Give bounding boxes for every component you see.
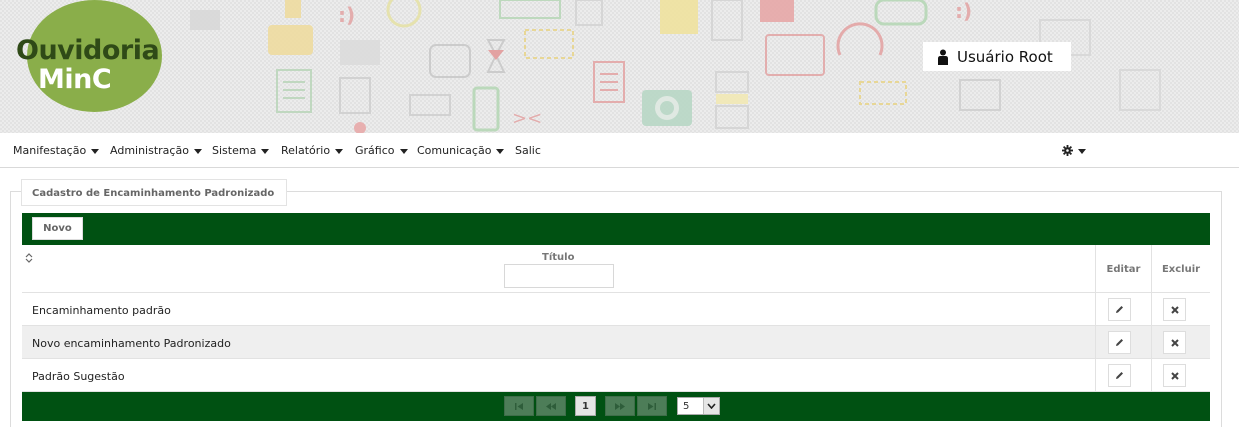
previous-page-icon: [546, 402, 556, 410]
menu-label: Salic: [515, 144, 541, 157]
table-row[interactable]: Novo encaminhamento Padronizado: [22, 326, 1210, 359]
ouvidoria-logo[interactable]: Ouvidoria MinC: [0, 0, 200, 133]
user-name: Usuário Root: [957, 47, 1053, 66]
delete-button[interactable]: [1163, 364, 1186, 387]
last-page-icon: [648, 402, 656, 410]
menu-label: Relatório: [281, 144, 331, 157]
edit-button[interactable]: [1108, 364, 1131, 387]
column-header-edit: Editar: [1095, 245, 1151, 293]
caret-down-icon: [335, 148, 344, 154]
menu-label: Sistema: [212, 144, 257, 157]
user-menu[interactable]: Usuário Root: [923, 42, 1071, 71]
menu-sistema[interactable]: Sistema: [212, 144, 270, 157]
header-banner: :) :) >< Ouvidoria MinC Usuário Root: [0, 0, 1239, 133]
logo-text-minc: MinC: [38, 64, 112, 95]
delete-cell: [1151, 359, 1210, 392]
close-icon: [1170, 338, 1179, 347]
caret-down-icon: [1078, 148, 1086, 154]
page-number-current[interactable]: 1: [575, 396, 596, 416]
svg-text::): :): [338, 3, 355, 27]
menu-administracao[interactable]: Administração: [110, 144, 202, 157]
delete-button[interactable]: [1163, 298, 1186, 321]
caret-down-icon: [261, 148, 270, 154]
table-row[interactable]: Encaminhamento padrão: [22, 293, 1210, 326]
next-page-button[interactable]: [605, 396, 635, 416]
svg-text::): :): [955, 0, 972, 23]
edit-button[interactable]: [1108, 298, 1131, 321]
first-page-button[interactable]: [504, 396, 534, 416]
caret-down-icon: [496, 148, 505, 154]
paginator: 1 5: [22, 392, 1210, 421]
caret-down-icon: [399, 148, 408, 154]
edit-cell: [1095, 359, 1151, 392]
panel-legend: Cadastro de Encaminhamento Padronizado: [21, 179, 287, 206]
menu-label: Gráfico: [355, 144, 395, 157]
row-title: Padrão Sugestão: [32, 370, 125, 383]
title-filter-input[interactable]: [504, 264, 614, 288]
table-toolbar: Novo: [22, 213, 1210, 245]
delete-button[interactable]: [1163, 331, 1186, 354]
menu-grafico[interactable]: Gráfico: [355, 144, 408, 157]
close-icon: [1170, 305, 1179, 314]
logo-text-ouvidoria: Ouvidoria: [16, 35, 160, 66]
new-button[interactable]: Novo: [32, 217, 83, 240]
settings-menu[interactable]: [1062, 145, 1086, 156]
menu-comunicacao[interactable]: Comunicação: [417, 144, 505, 157]
caret-down-icon: [193, 148, 202, 154]
user-icon: [938, 49, 948, 65]
first-page-icon: [515, 402, 523, 410]
table-row[interactable]: Padrão Sugestão: [22, 359, 1210, 392]
pencil-icon: [1116, 306, 1123, 313]
menu-salic[interactable]: Salic: [515, 144, 541, 157]
caret-down-icon: [91, 148, 100, 154]
edit-cell: [1095, 293, 1151, 326]
row-title: Novo encaminhamento Padronizado: [32, 337, 231, 350]
svg-text:><: ><: [512, 108, 542, 129]
sort-icon[interactable]: [25, 252, 33, 264]
next-page-icon: [615, 402, 625, 410]
chevron-down-icon: [703, 398, 719, 414]
rows-per-page-value: 5: [683, 400, 690, 412]
edit-button[interactable]: [1108, 331, 1131, 354]
delete-cell: [1151, 293, 1210, 326]
column-header-title[interactable]: Título: [542, 252, 574, 263]
row-title: Encaminhamento padrão: [32, 304, 171, 317]
menu-relatorio[interactable]: Relatório: [281, 144, 344, 157]
menu-label: Manifestação: [13, 144, 87, 157]
gear-icon: [1062, 145, 1073, 156]
pencil-icon: [1116, 372, 1123, 379]
encaminhamento-table: Título Editar Excluir Encaminhamento pad…: [22, 245, 1210, 392]
pencil-icon: [1116, 339, 1123, 346]
previous-page-button[interactable]: [536, 396, 566, 416]
last-page-button[interactable]: [637, 396, 667, 416]
table-header: Título Editar Excluir: [22, 245, 1210, 293]
column-header-delete: Excluir: [1151, 245, 1210, 293]
main-menu: Manifestação Administração Sistema Relat…: [0, 133, 1239, 168]
menu-label: Administração: [110, 144, 189, 157]
menu-manifestacao[interactable]: Manifestação: [13, 144, 100, 157]
rows-per-page-select[interactable]: 5: [677, 397, 720, 415]
menu-label: Comunicação: [417, 144, 492, 157]
edit-cell: [1095, 326, 1151, 359]
delete-cell: [1151, 326, 1210, 359]
close-icon: [1170, 371, 1179, 380]
